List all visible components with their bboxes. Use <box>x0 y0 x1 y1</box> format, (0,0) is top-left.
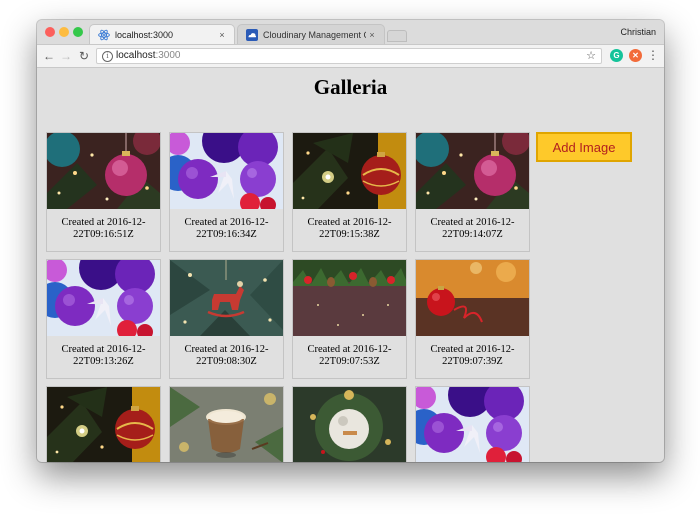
image-caption: Created at 2016-12-22T09:16:51Z <box>61 217 146 240</box>
tab-label: Cloudinary Management Cons <box>263 29 366 40</box>
address-bar[interactable]: i localhost:3000 ☆ <box>96 48 602 64</box>
react-favicon-icon <box>98 29 110 41</box>
close-window-button[interactable] <box>45 27 55 37</box>
gallery-card[interactable]: Created at 2016-12-22T09:16:34Z <box>169 132 284 252</box>
gallery-card[interactable]: Created at 2016-12- <box>169 386 284 462</box>
address-url[interactable]: localhost:3000 <box>116 49 181 63</box>
image-caption: Created at 2016-12-22T09:07:53Z <box>307 344 392 367</box>
new-tab-button[interactable] <box>387 30 407 42</box>
gallery-card[interactable]: Created at 2016-12-22T09:13:26Z <box>46 259 161 379</box>
browser-toolbar: ← → ↻ i localhost:3000 ☆ G ✕ ⋮ <box>37 45 664 68</box>
tab-label: localhost:3000 <box>115 29 174 40</box>
title-bar: localhost:3000 × Cloudinary Management C… <box>37 20 664 45</box>
tab-localhost[interactable]: localhost:3000 × <box>89 24 235 44</box>
gallery-card[interactable]: Created at 2016-12-22T09:07:53Z <box>292 259 407 379</box>
gallery-card[interactable]: Created at 2016-12-22T09:07:39Z <box>415 259 530 379</box>
url-port: :3000 <box>155 50 181 61</box>
add-image-button[interactable]: Add Image <box>536 132 632 162</box>
bookmark-star-icon[interactable]: ☆ <box>586 49 596 63</box>
url-host: localhost <box>116 50 156 61</box>
gallery-card[interactable]: Created at 2016-12-22T09:14:07Z <box>415 132 530 252</box>
gallery-image[interactable] <box>47 133 160 209</box>
page-content: Galleria Add Image Created at 2016-12-22… <box>37 68 664 462</box>
tab-cloudinary[interactable]: Cloudinary Management Cons × <box>237 24 385 44</box>
cloudinary-favicon-icon <box>246 28 258 41</box>
gallery-image[interactable] <box>293 387 406 462</box>
menu-icon[interactable]: ⋮ <box>647 48 659 62</box>
image-caption: Created at 2016-12-22T09:14:07Z <box>430 217 515 240</box>
browser-window: localhost:3000 × Cloudinary Management C… <box>37 20 664 462</box>
minimize-window-button[interactable] <box>59 27 69 37</box>
adblock-extension-icon[interactable]: ✕ <box>629 49 642 62</box>
gallery-image[interactable] <box>416 387 529 462</box>
profile-name[interactable]: Christian <box>620 27 656 37</box>
gallery-image[interactable] <box>170 133 283 209</box>
gallery-image[interactable] <box>293 260 406 336</box>
gallery-image[interactable] <box>416 133 529 209</box>
gallery-card[interactable]: Created at 2016-12- <box>292 386 407 462</box>
gallery-image[interactable] <box>293 133 406 209</box>
gallery-image[interactable] <box>47 387 160 462</box>
zoom-window-button[interactable] <box>73 27 83 37</box>
image-caption: Created at 2016-12-22T09:13:26Z <box>61 344 146 367</box>
gallery-image[interactable] <box>47 260 160 336</box>
gallery-card[interactable]: Created at 2016-12-22T09:08:30Z <box>169 259 284 379</box>
info-icon[interactable]: i <box>102 51 113 62</box>
reload-icon[interactable]: ↻ <box>77 48 91 64</box>
back-arrow-icon[interactable]: ← <box>42 48 56 64</box>
gallery-image[interactable] <box>416 260 529 336</box>
gallery-card[interactable]: Created at 2016-12-22T09:15:38Z <box>292 132 407 252</box>
image-caption: Created at 2016-12-22T09:16:34Z <box>184 217 269 240</box>
gallery-card[interactable]: Created at 2016-12- <box>46 386 161 462</box>
grammarly-extension-icon[interactable]: G <box>610 49 623 62</box>
tab-close-icon[interactable]: × <box>216 30 228 40</box>
gallery-image[interactable] <box>170 387 283 462</box>
gallery-card[interactable]: Created at 2016-12- <box>415 386 530 462</box>
tab-close-icon[interactable]: × <box>366 30 378 40</box>
forward-arrow-icon[interactable]: → <box>59 48 73 64</box>
image-caption: Created at 2016-12-22T09:08:30Z <box>184 344 269 367</box>
page-title: Galleria <box>313 75 388 99</box>
gallery-card[interactable]: Created at 2016-12-22T09:16:51Z <box>46 132 161 252</box>
image-caption: Created at 2016-12-22T09:07:39Z <box>430 344 515 367</box>
gallery-image[interactable] <box>170 260 283 336</box>
image-caption: Created at 2016-12-22T09:15:38Z <box>307 217 392 240</box>
